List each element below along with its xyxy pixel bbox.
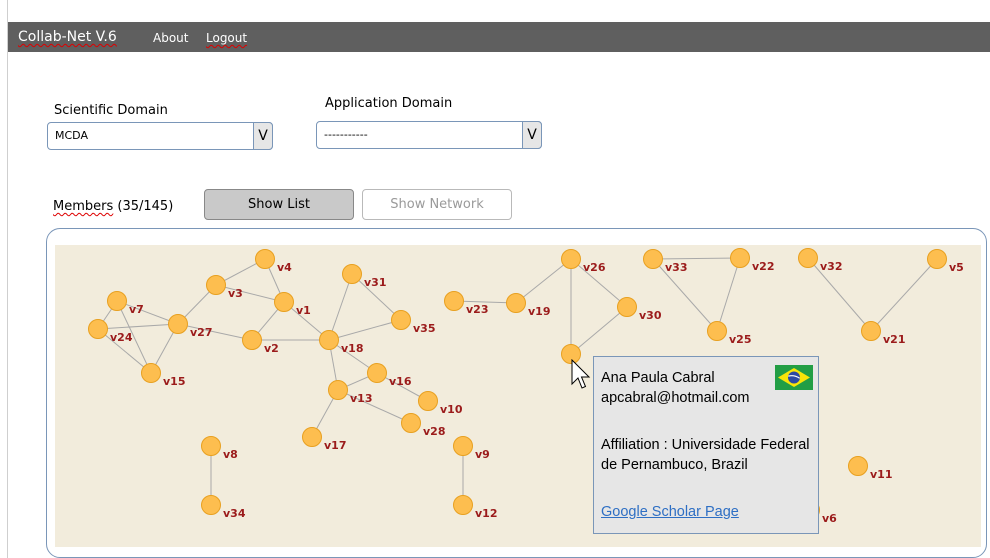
network-canvas: [55, 245, 981, 547]
network-node-label: v10: [440, 403, 463, 416]
network-node-label: v22: [752, 260, 774, 273]
member-name: Ana Paula Cabral: [601, 370, 715, 386]
network-node-label: v6: [822, 512, 837, 525]
network-node-label: v25: [729, 333, 751, 346]
network-node-label: v12: [475, 507, 497, 520]
network-node-label: v31: [364, 276, 386, 289]
network-node-label: v24: [110, 331, 133, 344]
network-node-label: v30: [639, 309, 662, 322]
network-node-label: v19: [528, 305, 550, 318]
network-node-label: v13: [350, 392, 372, 405]
network-node-label: v3: [228, 287, 243, 300]
network-node-label: v8: [223, 448, 238, 461]
network-node-label: v1: [296, 304, 311, 317]
network-node-label: v27: [190, 326, 212, 339]
network-node-label: v9: [475, 448, 490, 461]
network-node-label: v33: [665, 261, 687, 274]
network-node-label: v35: [413, 322, 435, 335]
network-node-label: v16: [389, 375, 412, 388]
mouse-cursor-icon: [571, 358, 591, 395]
network-node-label: v23: [466, 303, 488, 316]
network-node-label: v2: [264, 342, 279, 355]
member-affiliation: Affiliation : Universidade Federal de Pe…: [601, 437, 810, 473]
member-email: apcabral@hotmail.com: [601, 390, 750, 406]
network-node-label: v17: [324, 439, 346, 452]
network-node-label: v26: [583, 261, 606, 274]
brazil-flag-icon: [775, 365, 813, 390]
network-node-label: v11: [870, 468, 892, 481]
network-node-label: v34: [223, 507, 246, 520]
google-scholar-link[interactable]: Google Scholar Page: [601, 502, 739, 522]
network-node-label: v28: [423, 425, 445, 438]
network-node-label: v15: [163, 375, 185, 388]
network-node-label: v21: [883, 333, 905, 346]
network-node-label: v32: [820, 260, 842, 273]
member-tooltip: Ana Paula Cabral apcabral@hotmail.com Af…: [593, 356, 819, 534]
network-node-label: v5: [949, 261, 964, 274]
network-node-label: v7: [129, 303, 144, 316]
network-node-label: v4: [277, 261, 292, 274]
network-graph[interactable]: v1 v2 v3 v4 v5 v6 v7 v8 v9 v10 v11 v12 v13 v15 v16 v17 v…: [0, 0, 990, 558]
network-node-label: v18: [341, 342, 363, 355]
